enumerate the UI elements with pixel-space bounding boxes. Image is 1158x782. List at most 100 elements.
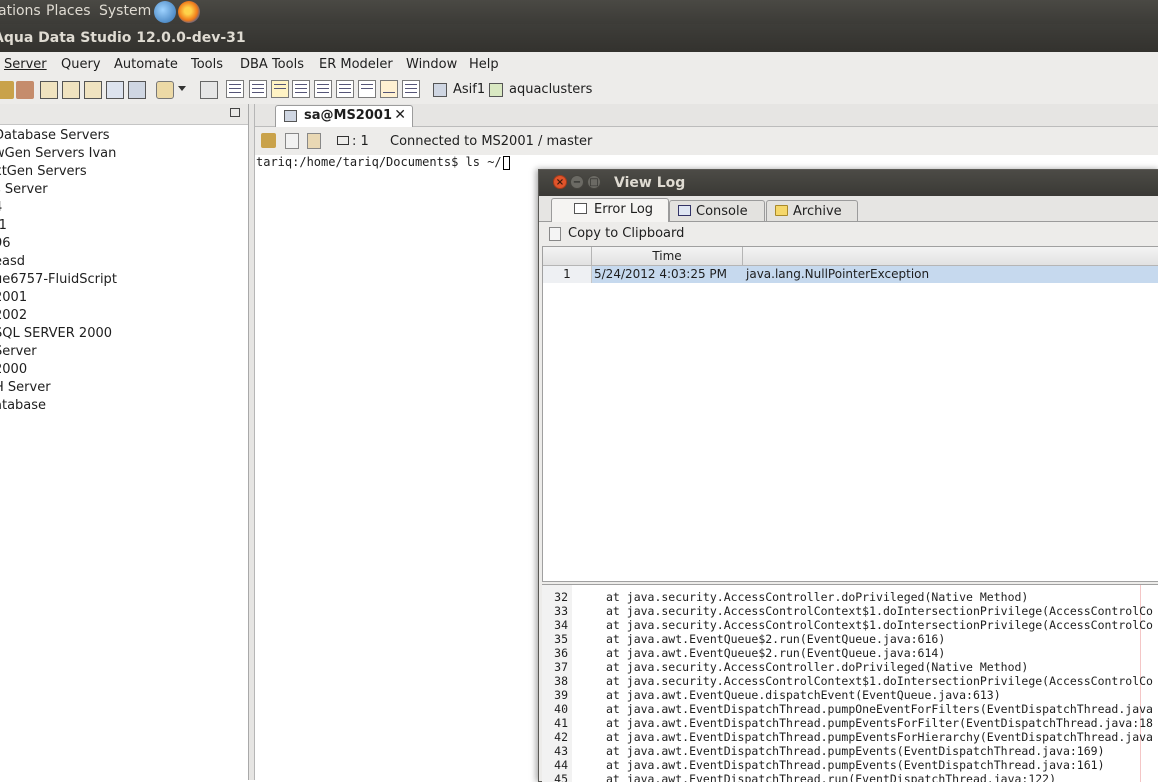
line-number: 40: [554, 702, 568, 716]
split-view-icon[interactable]: [249, 80, 267, 98]
copy-icon[interactable]: [285, 133, 299, 149]
tree-view-icon[interactable]: [358, 80, 376, 98]
dialog-maximize-icon[interactable]: □: [587, 175, 601, 189]
history-icon[interactable]: [156, 81, 174, 99]
system-spiral-icon[interactable]: [154, 1, 176, 23]
terminal-prompt: tariq:/home/tariq/Documents$ ls ~/: [256, 155, 502, 169]
disconnect-icon[interactable]: [16, 81, 34, 99]
dialog-minimize-icon[interactable]: −: [570, 175, 584, 189]
tree-item[interactable]: 2002: [0, 308, 27, 323]
places-menu[interactable]: Places: [46, 3, 91, 19]
line-text: at java.security.AccessController.doPriv…: [606, 660, 1029, 674]
line-text: at java.awt.EventDispatchThread.pumpOneE…: [606, 702, 1153, 716]
tab-archive[interactable]: Archive: [766, 200, 858, 221]
tree-item[interactable]: f1: [0, 218, 7, 233]
row-time: 5/24/2012 4:03:25 PM: [592, 266, 743, 283]
menu-query[interactable]: Query: [61, 57, 101, 72]
cluster-icon: [489, 83, 503, 97]
chart-view-icon[interactable]: [380, 80, 398, 98]
row-message: java.lang.NullPointerException: [743, 266, 1158, 283]
tab-error-log[interactable]: Error Log: [551, 198, 669, 222]
firefox-icon[interactable]: [178, 1, 200, 23]
line-number: 35: [554, 632, 568, 646]
column-header-time[interactable]: Time: [592, 247, 743, 266]
folder-icon: [775, 205, 788, 216]
server-asif1-button[interactable]: Asif1: [453, 82, 485, 97]
tab-sa-ms2001[interactable]: sa@MS2001 ✕: [275, 105, 413, 127]
chevron-down-icon[interactable]: [178, 86, 186, 91]
menu-window[interactable]: Window: [406, 57, 457, 72]
tree-item[interactable]: Server: [0, 344, 37, 359]
text-view-icon[interactable]: [336, 80, 354, 98]
close-icon[interactable]: ✕: [394, 107, 406, 123]
column-header-message[interactable]: [743, 247, 1158, 266]
line-text: at java.security.AccessControlContext$1.…: [606, 604, 1153, 618]
copy-to-clipboard-button[interactable]: Copy to Clipboard: [568, 226, 684, 241]
tree-item[interactable]: wGen Servers Ivan: [0, 146, 116, 161]
tree-item[interactable]: s Server: [0, 182, 48, 197]
menubar: Server Query Automate Tools DBA Tools ER…: [0, 52, 1158, 78]
tab-title: sa@MS2001: [304, 108, 392, 123]
query-analyzer-icon[interactable]: [62, 81, 80, 99]
applications-menu[interactable]: ations: [0, 3, 41, 19]
menu-server[interactable]: Server: [4, 57, 47, 72]
tab-console[interactable]: Console: [669, 200, 765, 221]
tree-item[interactable]: 4: [0, 200, 2, 215]
line-number: 41: [554, 716, 568, 730]
server-tree-pane: Database Servers wGen Servers Ivan xtGen S…: [0, 104, 249, 780]
tree-item[interactable]: 96: [0, 236, 11, 251]
menu-tools[interactable]: Tools: [191, 57, 223, 72]
tree-item[interactable]: easd: [0, 254, 25, 269]
menu-dba-tools[interactable]: DBA Tools: [240, 57, 304, 72]
shell-icon: [284, 110, 297, 122]
line-number: 44: [554, 758, 568, 772]
stack-trace-line: 33 at java.security.AccessControlContext$…: [542, 604, 1153, 618]
menu-automate[interactable]: Automate: [114, 57, 178, 72]
dialog-tab-strip: Error Log Console Archive: [539, 196, 1158, 222]
stack-trace-line: 43 at java.awt.EventDispatchThread.pumpEv…: [542, 744, 1104, 758]
tree-item[interactable]: xtGen Servers: [0, 164, 87, 179]
compare-icon[interactable]: [128, 81, 146, 99]
schema-script-icon[interactable]: [84, 81, 102, 99]
server-aquaclusters-button[interactable]: aquaclusters: [509, 82, 592, 97]
tree-item[interactable]: 2001: [0, 290, 27, 305]
table-view-icon[interactable]: [292, 80, 310, 98]
line-text: at java.awt.EventDispatchThread.pumpEven…: [606, 744, 1105, 758]
table-data-icon[interactable]: [106, 81, 124, 99]
tree-item[interactable]: 2000: [0, 362, 27, 377]
restore-pane-icon[interactable]: [230, 108, 240, 117]
query-window-icon[interactable]: [40, 81, 58, 99]
paste-icon[interactable]: [307, 133, 321, 149]
menu-er-modeler[interactable]: ER Modeler: [319, 57, 393, 72]
tree-item[interactable]: atabase: [0, 398, 46, 413]
clipboard-icon[interactable]: [549, 227, 561, 241]
table-row[interactable]: 1 5/24/2012 4:03:25 PM java.lang.NullPoi…: [543, 266, 1158, 283]
connect-icon[interactable]: [0, 81, 14, 99]
form-view-icon[interactable]: [314, 80, 332, 98]
connect-icon[interactable]: [261, 133, 276, 148]
row-number: 1: [543, 266, 592, 283]
grid-view-icon[interactable]: [226, 80, 244, 98]
notes-icon[interactable]: [271, 80, 289, 98]
line-number: 42: [554, 730, 568, 744]
tree-item[interactable]: ue6757-FluidScript: [0, 272, 117, 287]
error-log-icon: [574, 203, 587, 214]
window-title: Aqua Data Studio 12.0.0-dev-31: [0, 30, 246, 46]
system-menu[interactable]: System: [99, 3, 151, 19]
line-text: at java.awt.EventDispatchThread.run(Even…: [606, 772, 1057, 782]
tree-item[interactable]: SQL SERVER 2000: [0, 326, 112, 341]
tree-item[interactable]: H Server: [0, 380, 51, 395]
tab-error-log-label: Error Log: [594, 202, 654, 217]
stack-trace-view[interactable]: 32 at java.security.AccessController.doPr…: [542, 584, 1158, 782]
print-icon[interactable]: [200, 81, 218, 99]
connection-status: Connected to MS2001 / master: [390, 134, 593, 149]
pivot-view-icon[interactable]: [402, 80, 420, 98]
stack-trace-line: 45 at java.awt.EventDispatchThread.run(Ev…: [542, 772, 1056, 782]
stack-trace-line: 35 at java.awt.EventQueue$2.run(EventQueu…: [542, 632, 945, 646]
editor-toolbar: : 1 Connected to MS2001 / master: [255, 127, 1158, 156]
dialog-close-icon[interactable]: ×: [553, 175, 567, 189]
tree-item[interactable]: Database Servers: [0, 128, 110, 143]
tab-archive-label: Archive: [793, 204, 842, 219]
stack-trace-line: 44 at java.awt.EventDispatchThread.pumpEv…: [542, 758, 1104, 772]
menu-help[interactable]: Help: [469, 57, 499, 72]
